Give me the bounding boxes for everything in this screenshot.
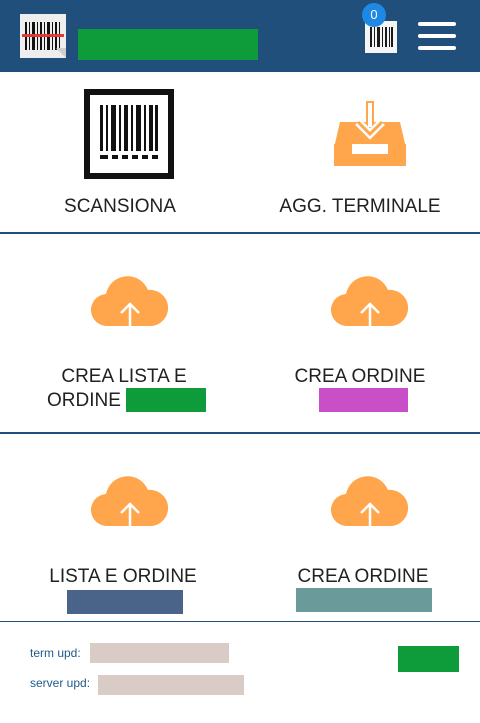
- redacted-value: [319, 388, 408, 412]
- tile-label-line2: ORDINE: [47, 390, 121, 411]
- footer-divider: [0, 621, 480, 622]
- tile-label-line1: CREA LISTA E: [61, 366, 187, 387]
- redacted-value: [296, 588, 432, 612]
- barcode-scanner-icon: [84, 89, 174, 184]
- tile-label: CREA ORDINE: [294, 366, 426, 387]
- redacted-value: [67, 590, 183, 614]
- server-upd-value: [98, 675, 244, 695]
- cloud-upload-icon: [330, 470, 410, 541]
- cloud-upload-icon: [90, 470, 170, 541]
- tile-label: AGG. TERMINALE: [279, 196, 441, 217]
- tile-lista-e-ordine[interactable]: LISTA E ORDINE: [0, 434, 240, 594]
- app-title-redacted: [78, 29, 258, 60]
- inbox-download-icon: [332, 100, 408, 173]
- tile-agg-terminale[interactable]: AGG. TERMINALE: [240, 72, 480, 232]
- cloud-upload-icon: [330, 270, 410, 341]
- tile-label: LISTA E ORDINE: [49, 566, 197, 587]
- tile-scansiona[interactable]: SCANSIONA: [0, 72, 240, 232]
- hamburger-menu-icon[interactable]: [418, 22, 456, 50]
- tile-crea-ordine-2[interactable]: CREA ORDINE: [240, 434, 480, 594]
- term-upd-value: [90, 643, 229, 663]
- tile-label: CREA ORDINE: [297, 566, 429, 587]
- cloud-upload-icon: [90, 270, 170, 341]
- tile-crea-lista-e-ordine[interactable]: CREA LISTA E ORDINE: [0, 234, 240, 411]
- redacted-value: [126, 388, 206, 412]
- tile-label: SCANSIONA: [64, 196, 176, 217]
- barcode-logo-icon: [20, 14, 66, 58]
- status-indicator: [398, 646, 459, 672]
- server-upd-label: server upd:: [30, 676, 91, 690]
- cart-count-badge: 0: [362, 3, 386, 27]
- app-header: 0: [0, 0, 480, 72]
- tile-crea-ordine[interactable]: CREA ORDINE: [240, 234, 480, 394]
- term-upd-label: term upd:: [30, 646, 81, 660]
